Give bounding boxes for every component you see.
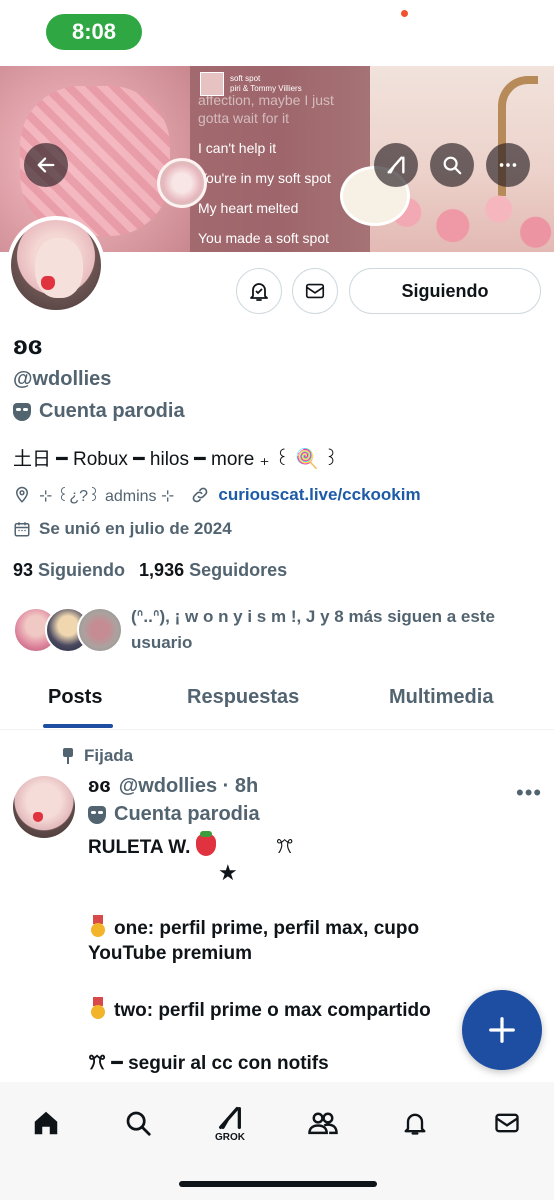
post-author-avatar[interactable] <box>13 776 75 838</box>
bell-icon <box>404 1113 426 1135</box>
profile-joined-date: Se unió en julio de 2024 <box>13 519 232 539</box>
post-line5: two: perfil prime o max compartido <box>114 1000 431 1021</box>
lyric-line: My heart melted <box>198 200 299 216</box>
joined-text: Se unió en julio de 2024 <box>39 519 232 538</box>
nav-home[interactable] <box>21 1098 71 1148</box>
followed-by-text[interactable]: (ᐢ..ᐢ), ¡ w o n y i s m !, J y 8 más sig… <box>131 604 541 656</box>
pinned-label: Fijada <box>84 746 134 765</box>
lyric-line: I can't help it <box>198 140 277 156</box>
post-line6: ꔫ ━ seguir al cc con notifs <box>88 1053 329 1074</box>
profile-bio: 土日 ━ Robux ━ hilos ━ more ₊ ꒰ 🍭 ꒱ <box>13 449 339 470</box>
post-line3: one: perfil prime, perfil max, cupo <box>114 918 420 939</box>
people-icon <box>308 1112 338 1135</box>
tab-posts[interactable]: Posts <box>48 686 102 709</box>
envelope-icon <box>495 1113 519 1133</box>
post-text-line: RULETA W. ꔫ <box>88 831 294 859</box>
bell-plus-icon <box>250 283 268 301</box>
profile-tabs: Posts Respuestas Multimedia <box>0 672 554 730</box>
compose-post-button[interactable] <box>462 990 542 1070</box>
display-name: ʚɞ <box>13 330 43 360</box>
back-button[interactable] <box>24 143 68 187</box>
strawberry-icon <box>196 831 217 856</box>
post-line4: YouTube premium <box>88 943 252 964</box>
medal-icon <box>88 915 108 937</box>
followers-label: Seguidores <box>189 560 288 580</box>
followers-count: 1,936 <box>139 560 185 580</box>
post-text-line: one: perfil prime, perfil max, cupo <box>88 915 419 940</box>
song-title: soft spot <box>230 74 261 83</box>
grok-label: GROK <box>215 1131 245 1143</box>
lyric-line: You made a soft spot <box>198 230 330 246</box>
nav-communities[interactable] <box>298 1098 348 1148</box>
following-label: Siguiendo <box>38 560 126 580</box>
profile-website-link[interactable]: curiouscat.live/cckookim <box>218 485 420 505</box>
link-icon <box>193 487 208 503</box>
location-pin-icon <box>15 486 29 503</box>
nav-grok[interactable]: GROK <box>205 1098 255 1148</box>
message-button[interactable] <box>292 268 338 314</box>
following-count-link[interactable]: 93 Siguiendo <box>13 560 125 581</box>
profile-avatar[interactable] <box>7 216 105 314</box>
calendar-icon <box>14 522 30 537</box>
post-star-line: ★ <box>218 860 238 885</box>
more-dots-icon <box>499 163 517 167</box>
nav-messages[interactable] <box>482 1098 532 1148</box>
active-tab-indicator <box>43 724 113 728</box>
plus-icon <box>489 1017 515 1043</box>
pinned-indicator: Fijada <box>62 746 133 766</box>
mutual-followers-avatars[interactable] <box>13 607 125 657</box>
status-bar: 8:08 <box>0 0 554 66</box>
lyric-line: affection, maybe I just <box>198 92 334 108</box>
avatar <box>77 607 123 653</box>
profile-handle: @wdollies <box>13 368 112 390</box>
following-button[interactable]: Siguiendo <box>349 268 541 314</box>
theater-mask-icon <box>13 402 31 421</box>
nav-search[interactable] <box>113 1098 163 1148</box>
medal-icon <box>88 997 108 1019</box>
recording-indicator-icon <box>401 10 408 17</box>
banner-song-card: soft spot piri & Tommy Villiers affectio… <box>190 66 370 252</box>
arrow-left-icon <box>37 157 55 173</box>
nav-notifications[interactable] <box>390 1098 440 1148</box>
post-parody-text: Cuenta parodia <box>114 803 260 825</box>
status-time: 8:08 <box>46 14 142 50</box>
search-icon <box>126 1111 151 1136</box>
lyric-line: You're in my soft spot <box>198 170 331 186</box>
home-indicator <box>179 1181 377 1187</box>
theater-mask-icon <box>88 805 106 824</box>
tab-media[interactable]: Multimedia <box>389 686 493 709</box>
search-icon <box>443 156 462 175</box>
envelope-icon <box>305 283 325 299</box>
pin-icon <box>62 748 74 764</box>
followers-count-link[interactable]: 1,936 Seguidores <box>139 560 287 581</box>
parody-account-label[interactable]: Cuenta parodia <box>13 400 185 423</box>
lyric-line: gotta wait for it <box>198 110 290 126</box>
notifications-subscribe-button[interactable] <box>236 268 282 314</box>
post-author-handle-time[interactable]: @wdollies · 8h <box>119 775 259 798</box>
post-line1: RULETA W. <box>88 837 191 858</box>
post-more-icon[interactable]: ••• <box>516 780 542 806</box>
grok-icon <box>219 1106 241 1129</box>
grok-icon <box>387 156 405 174</box>
grok-button[interactable] <box>374 143 418 187</box>
follow-counts: 93 Siguiendo 1,936 Seguidores <box>13 560 287 581</box>
post-header: ʚɞ @wdollies · 8h <box>88 775 258 798</box>
more-options-button[interactable] <box>486 143 530 187</box>
home-icon <box>34 1111 58 1135</box>
search-button[interactable] <box>430 143 474 187</box>
profile-location: ⊹ ꒰¿?꒱ admins ⊹ <box>39 488 175 505</box>
post-author-name[interactable]: ʚɞ <box>88 775 111 798</box>
parody-label-text: Cuenta parodia <box>39 400 185 422</box>
flower-decoration <box>157 158 207 208</box>
post-parody-label: Cuenta parodia <box>88 803 260 826</box>
following-count: 93 <box>13 560 34 580</box>
post-text-line: two: perfil prime o max compartido <box>88 997 431 1022</box>
post-line1-suffix: ꔫ <box>275 837 294 858</box>
tab-replies[interactable]: Respuestas <box>187 686 299 709</box>
profile-meta-row: ⊹ ꒰¿?꒱ admins ⊹ curiouscat.live/cckookim <box>13 484 421 506</box>
